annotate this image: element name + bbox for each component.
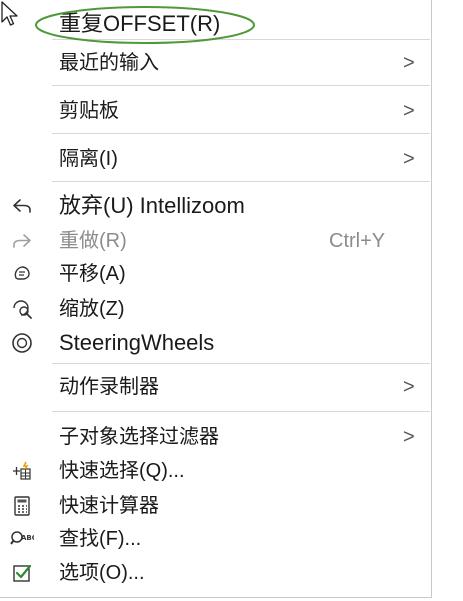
options-check-icon	[10, 561, 34, 585]
shortcut-text: Ctrl+Y	[329, 230, 386, 252]
menu-item-label: 剪贴板	[59, 100, 119, 122]
menu-item-label: 最近的输入	[59, 52, 159, 74]
menu-item-options[interactable]: 选项(O)...	[0, 557, 432, 589]
redo-icon	[10, 229, 34, 253]
menu-item-find[interactable]: ABC 查找(F)...	[0, 523, 432, 555]
menu-item-label: 快速选择(Q)...	[59, 460, 185, 482]
menu-item-label: 平移(A)	[59, 263, 126, 285]
highlight-ellipse	[35, 6, 255, 44]
menu-item-label: 选项(O)...	[59, 562, 145, 584]
menu-item-undo[interactable]: 放弃(U) Intellizoom	[0, 190, 432, 222]
submenu-arrow-icon: >	[403, 148, 415, 170]
undo-icon	[10, 194, 34, 218]
menu-item-pan[interactable]: 平移(A)	[0, 258, 432, 290]
menu-item-label: 动作录制器	[59, 376, 159, 398]
menu-item-steering-wheels[interactable]: SteeringWheels	[0, 326, 432, 360]
menu-item-label: 隔离(I)	[59, 148, 118, 170]
submenu-arrow-icon: >	[403, 376, 415, 398]
menu-item-label: 缩放(Z)	[59, 298, 125, 320]
menu-item-isolate[interactable]: 隔离(I) >	[0, 144, 432, 174]
steering-wheel-icon	[10, 331, 34, 355]
calculator-icon	[10, 494, 34, 518]
menu-separator	[52, 181, 430, 182]
menu-item-clipboard[interactable]: 剪贴板 >	[0, 96, 432, 126]
menu-separator	[52, 411, 430, 412]
menu-item-subobject-filter[interactable]: 子对象选择过滤器 >	[0, 422, 432, 452]
menu-separator	[52, 133, 430, 134]
menu-item-label: 放弃(U) Intellizoom	[59, 193, 245, 218]
menu-item-quick-calc[interactable]: 快速计算器	[0, 490, 432, 522]
find-icon: ABC	[10, 527, 34, 551]
menu-item-action-recorder[interactable]: 动作录制器 >	[0, 372, 432, 402]
submenu-arrow-icon: >	[403, 426, 415, 448]
menu-item-quick-select[interactable]: 快速选择(Q)...	[0, 455, 432, 487]
menu-separator	[52, 85, 430, 86]
context-menu: 重复OFFSET(R) 最近的输入 > 剪贴板 > 隔离(I) > 放弃(U) …	[0, 0, 432, 598]
zoom-icon	[10, 297, 34, 321]
menu-item-recent-input[interactable]: 最近的输入 >	[0, 48, 432, 78]
svg-text:ABC: ABC	[21, 534, 34, 542]
menu-item-label: 子对象选择过滤器	[59, 426, 219, 448]
menu-item-label: 查找(F)...	[59, 528, 142, 550]
menu-item-redo[interactable]: 重做(R) Ctrl+Y	[0, 225, 432, 257]
menu-item-label: SteeringWheels	[59, 330, 215, 355]
menu-item-label: 重做(R)	[59, 230, 127, 252]
submenu-arrow-icon: >	[403, 100, 415, 122]
submenu-arrow-icon: >	[403, 52, 415, 74]
menu-item-zoom[interactable]: 缩放(Z)	[0, 293, 432, 325]
mouse-cursor-icon	[1, 1, 18, 26]
pan-icon	[10, 262, 34, 286]
menu-separator	[52, 363, 430, 364]
menu-item-label: 快速计算器	[59, 495, 159, 517]
quick-select-icon	[10, 459, 34, 483]
